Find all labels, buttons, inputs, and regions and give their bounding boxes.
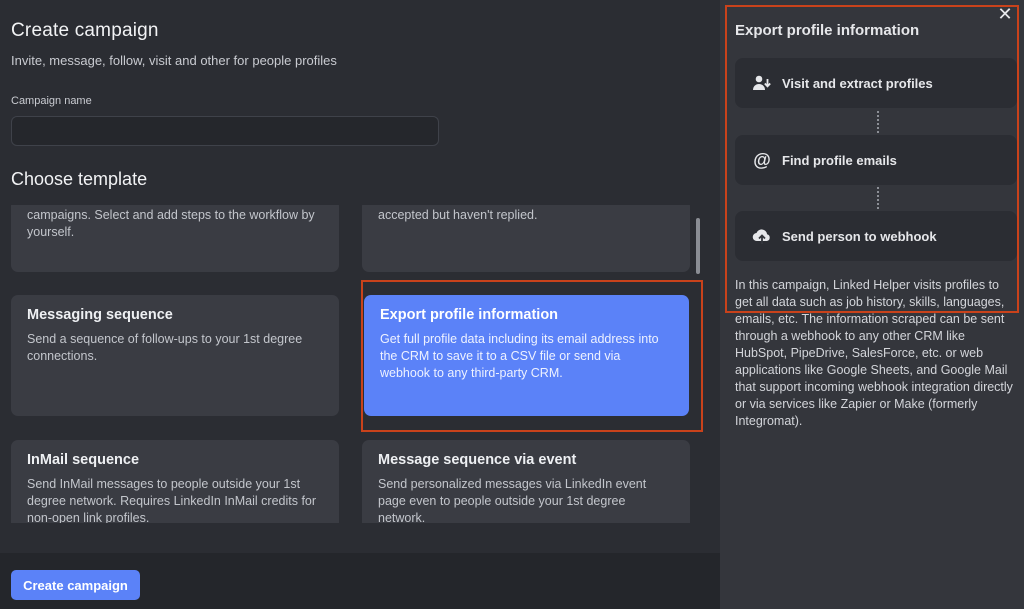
- template-title: InMail sequence: [27, 452, 140, 468]
- step-connector: [877, 187, 879, 209]
- step-send-webhook: Send person to webhook: [735, 211, 1017, 261]
- users-download-icon: [752, 73, 772, 93]
- template-card-followup[interactable]: accepted but haven't replied.: [362, 205, 690, 272]
- template-title: Message sequence via event: [378, 452, 577, 468]
- template-card-message-via-event[interactable]: Message sequence via event Send personal…: [362, 440, 690, 523]
- template-desc: accepted but haven't replied.: [378, 208, 538, 222]
- page-title: Create campaign: [11, 20, 159, 41]
- template-list-scrollbar[interactable]: [696, 218, 700, 274]
- page-subtitle: Invite, message, follow, visit and other…: [11, 53, 337, 68]
- template-title: Export profile information: [380, 307, 559, 323]
- create-campaign-panel: Create campaign Invite, message, follow,…: [0, 0, 720, 609]
- template-card-inmail-sequence[interactable]: InMail sequence Send InMail messages to …: [11, 440, 339, 523]
- step-label: Find profile emails: [782, 152, 897, 168]
- step-label: Send person to webhook: [782, 228, 937, 244]
- close-icon[interactable]: ✕: [996, 5, 1014, 23]
- template-desc: campaigns. Select and add steps to the w…: [27, 208, 315, 239]
- template-title: Messaging sequence: [27, 307, 173, 323]
- template-card-custom[interactable]: campaigns. Select and add steps to the w…: [11, 205, 339, 272]
- at-sign-icon: @: [753, 149, 771, 170]
- choose-template-heading: Choose template: [11, 169, 148, 189]
- campaign-name-label: Campaign name: [11, 95, 92, 107]
- template-list: campaigns. Select and add steps to the w…: [0, 205, 700, 523]
- template-desc: Send InMail messages to people outside y…: [27, 477, 317, 523]
- template-desc: Send personalized messages via LinkedIn …: [378, 477, 647, 523]
- template-card-messaging-sequence[interactable]: Messaging sequence Send a sequence of fo…: [11, 295, 339, 416]
- template-desc: Send a sequence of follow-ups to your 1s…: [27, 332, 303, 363]
- preview-title: Export profile information: [735, 22, 920, 39]
- template-card-export-profile[interactable]: Export profile information Get full prof…: [364, 295, 689, 416]
- preview-description: In this campaign, Linked Helper visits p…: [735, 278, 1013, 428]
- step-connector: [877, 111, 879, 133]
- campaign-name-input[interactable]: [11, 116, 439, 146]
- step-visit-extract: Visit and extract profiles: [735, 58, 1017, 108]
- create-campaign-button[interactable]: Create campaign: [11, 570, 140, 600]
- step-label: Visit and extract profiles: [782, 75, 933, 91]
- cloud-upload-icon: [752, 226, 772, 246]
- step-find-emails: @ Find profile emails: [735, 135, 1017, 185]
- template-desc: Get full profile data including its emai…: [380, 332, 659, 380]
